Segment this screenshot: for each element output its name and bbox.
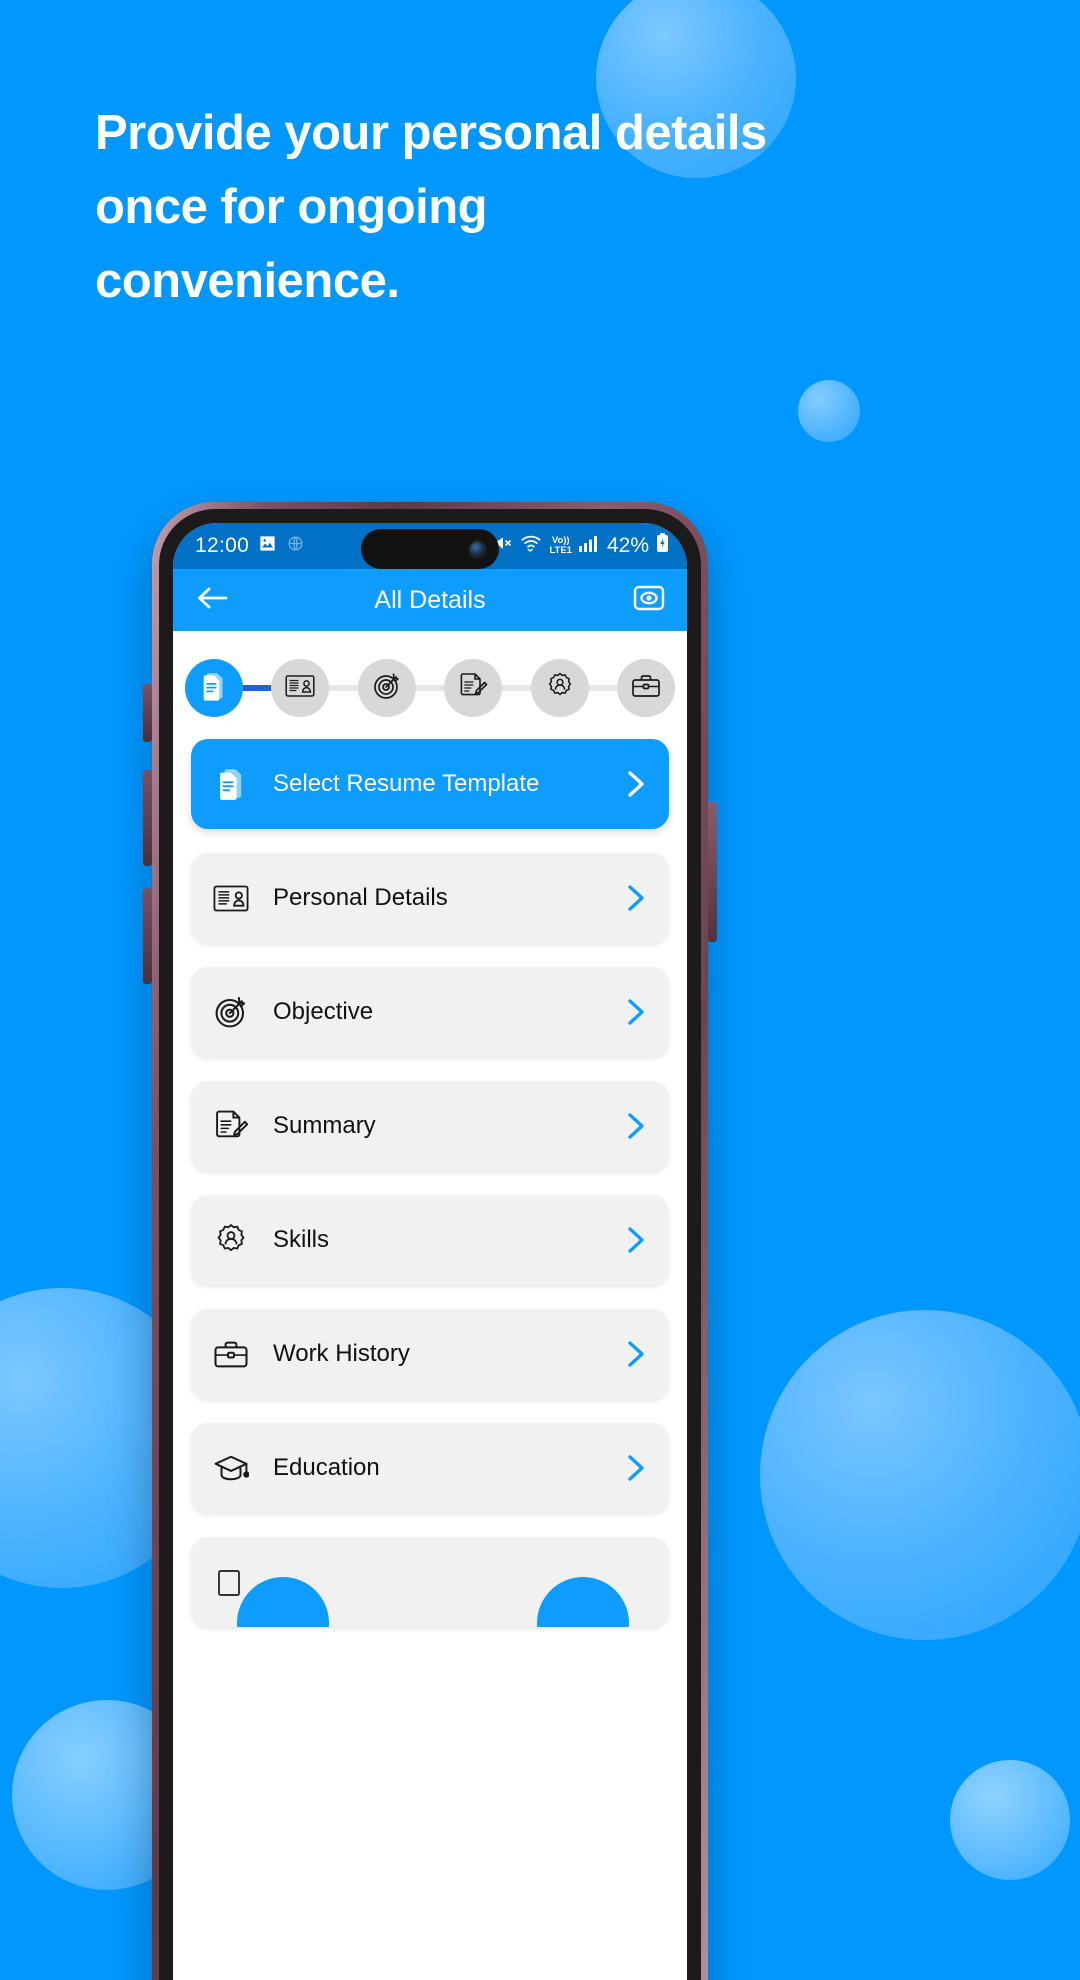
list-item-objective[interactable]: Objective: [191, 967, 669, 1057]
gear-person-icon: [545, 671, 575, 706]
stepper-connector: [588, 685, 618, 691]
phone-screen: 12:00 Vo)) LTE1 42% All Details Select R…: [173, 523, 687, 1980]
decorative-bubble: [950, 1760, 1070, 1880]
list-item-label: Objective: [273, 998, 374, 1025]
phone-mockup: 12:00 Vo)) LTE1 42% All Details Select R…: [143, 502, 717, 1980]
decorative-bubble: [798, 380, 860, 442]
list-item-select-resume-template[interactable]: Select Resume Template: [191, 739, 669, 829]
list-item-next-partial[interactable]: [191, 1537, 669, 1627]
phone-volume-up-button: [143, 770, 152, 866]
volte-indicator: Vo)) LTE1: [549, 536, 572, 556]
stepper-item-summary[interactable]: [444, 659, 503, 717]
list-item-personal-details[interactable]: Personal Details: [191, 853, 669, 943]
signal-bars-icon: [578, 535, 598, 558]
globe-icon: [286, 534, 305, 559]
list-item-label: Education: [273, 1454, 380, 1481]
id-card-icon: [285, 673, 315, 704]
back-button[interactable]: [195, 583, 229, 618]
document-edit-icon: [211, 1108, 251, 1144]
list-item-label: Personal Details: [273, 884, 448, 911]
list-item-label: Work History: [273, 1340, 410, 1367]
chevron-right-icon: [625, 1225, 647, 1255]
dynamic-island: [361, 529, 499, 569]
preview-eye-icon: [633, 583, 665, 618]
details-list: Select Resume Template Personal Details …: [173, 717, 687, 1627]
image-icon: [258, 534, 277, 559]
phone-side-button: [143, 684, 152, 742]
promo-headline: Provide your personal details once for o…: [95, 106, 767, 308]
status-bar-left: 12:00: [195, 534, 305, 559]
page-title: All Details: [374, 585, 486, 614]
stepper-connector: [329, 685, 358, 691]
battery-percent-label: 42%: [606, 534, 649, 557]
stepper-item-objective[interactable]: [357, 659, 416, 717]
battery-charging-icon: [656, 533, 669, 559]
list-item-skills[interactable]: Skills: [191, 1195, 669, 1285]
document-edit-icon: [458, 671, 488, 706]
back-arrow-icon: [195, 583, 229, 618]
chevron-right-icon: [625, 883, 647, 913]
target-icon: [211, 994, 251, 1030]
graduation-cap-icon: [211, 1452, 251, 1484]
volte-bottom: LTE1: [549, 545, 572, 556]
stepper-connector: [243, 685, 272, 691]
chevron-right-icon: [625, 1453, 647, 1483]
gear-person-icon: [211, 1222, 251, 1258]
target-icon: [372, 671, 402, 706]
document-icon: [211, 767, 251, 801]
stepper-item-personal-details[interactable]: [271, 659, 330, 717]
document-icon: [199, 671, 229, 706]
progress-stepper: [173, 631, 687, 717]
list-item-education[interactable]: Education: [191, 1423, 669, 1513]
list-item-label: Skills: [273, 1226, 330, 1253]
list-item-label: Select Resume Template: [273, 770, 540, 797]
list-item-label: Summary: [273, 1112, 376, 1139]
stepper-item-work-history[interactable]: [617, 659, 676, 717]
phone-power-button: [708, 802, 717, 942]
status-bar-clock: 12:00: [195, 534, 250, 557]
id-card-icon: [211, 884, 251, 913]
app-bar: All Details: [173, 569, 687, 631]
partial-row-icon: [211, 1567, 251, 1597]
briefcase-icon: [211, 1339, 251, 1370]
chevron-right-icon: [625, 769, 647, 799]
promo-screenshot: Provide your personal details once for o…: [0, 0, 1080, 1980]
wifi-icon: [520, 533, 542, 559]
preview-button[interactable]: [633, 583, 665, 618]
stepper-item-skills[interactable]: [530, 659, 589, 717]
chevron-right-icon: [625, 1111, 647, 1141]
chevron-right-icon: [625, 1339, 647, 1369]
front-camera-lens: [470, 541, 485, 557]
stepper-connector: [502, 685, 531, 691]
list-item-work-history[interactable]: Work History: [191, 1309, 669, 1399]
phone-bezel: 12:00 Vo)) LTE1 42% All Details Select R…: [159, 509, 701, 1980]
briefcase-icon: [631, 673, 661, 704]
chevron-right-icon: [625, 997, 647, 1027]
stepper-item-resume-template[interactable]: [185, 659, 243, 717]
floating-action-bubble: [537, 1577, 629, 1627]
phone-volume-down-button: [143, 888, 152, 984]
list-item-summary[interactable]: Summary: [191, 1081, 669, 1171]
status-bar: 12:00 Vo)) LTE1 42%: [173, 523, 687, 569]
decorative-bubble: [760, 1310, 1080, 1640]
stepper-connector: [415, 685, 445, 691]
